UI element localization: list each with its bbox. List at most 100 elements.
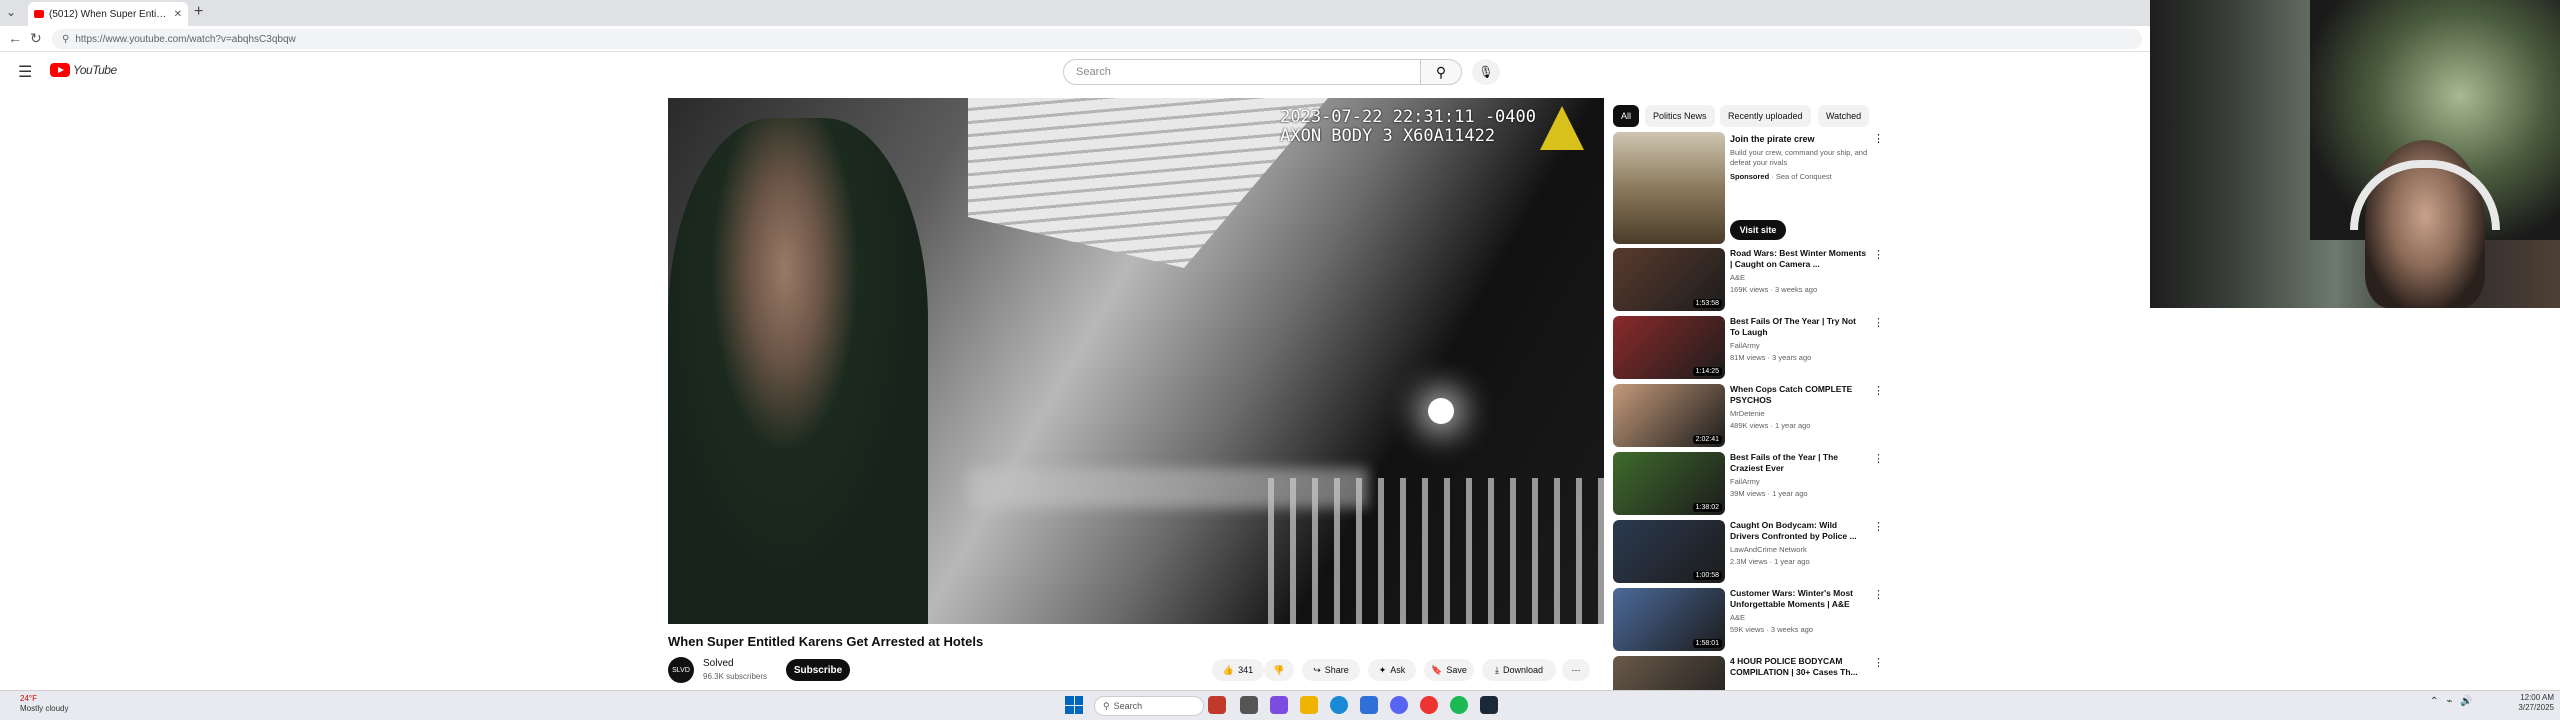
more-actions-button[interactable]: ⋯: [1562, 659, 1590, 681]
more-vertical-icon[interactable]: ⋮: [1873, 132, 1884, 145]
recommended-video-title[interactable]: Customer Wars: Winter's Most Unforgettab…: [1730, 588, 1868, 610]
chrome-icon[interactable]: [1420, 696, 1438, 714]
taskbar-clock[interactable]: 12:00 AM 3/27/2025: [2510, 693, 2554, 713]
chip-recently-uploaded[interactable]: Recently uploaded: [1720, 105, 1811, 127]
recommended-video-title[interactable]: Best Fails of the Year | The Craziest Ev…: [1730, 452, 1868, 474]
video-thumbnail[interactable]: 1:14:25: [1613, 316, 1725, 379]
recommended-video[interactable]: 1:58:01 Customer Wars: Winter's Most Unfo…: [1613, 588, 1884, 652]
more-vertical-icon[interactable]: ⋮: [1873, 384, 1884, 397]
new-tab-icon[interactable]: +: [194, 3, 203, 21]
ad-advertiser: Sea of Conquest: [1775, 172, 1832, 181]
taskbar-app-icon[interactable]: [1208, 696, 1226, 714]
weather-widget[interactable]: 24°F Mostly cloudy: [20, 694, 68, 714]
back-arrow-icon[interactable]: ←: [8, 30, 22, 46]
ad-thumbnail[interactable]: [1613, 132, 1725, 244]
system-tray[interactable]: ⌃ ⌁ 🔊: [2430, 696, 2473, 707]
windows-start-icon[interactable]: [1065, 696, 1083, 714]
ask-button[interactable]: ✦ Ask: [1368, 659, 1416, 681]
site-info-icon[interactable]: ⚲: [62, 34, 69, 45]
hamburger-menu-icon[interactable]: ☰: [18, 62, 32, 82]
recommended-video[interactable]: 1:53:58 Road Wars: Best Winter Moments | …: [1613, 248, 1884, 312]
save-button[interactable]: 🔖 Save: [1424, 659, 1474, 681]
tab-search-chevron-icon[interactable]: ⌄: [6, 5, 16, 19]
volume-icon[interactable]: 🔊: [2460, 696, 2472, 707]
more-vertical-icon[interactable]: ⋮: [1873, 656, 1884, 669]
store-icon[interactable]: [1360, 696, 1378, 714]
task-view-icon[interactable]: [1240, 696, 1258, 714]
discord-icon[interactable]: [1390, 696, 1408, 714]
recommended-video[interactable]: 1:00:58 Caught On Bodycam: Wild Drivers C…: [1613, 520, 1884, 584]
sponsored-ad[interactable]: Join the pirate crew Build your crew, co…: [1613, 132, 1884, 244]
weather-desc: Mostly cloudy: [20, 704, 69, 713]
save-label: Save: [1446, 665, 1467, 675]
subscribe-button[interactable]: Subscribe: [786, 659, 850, 681]
ad-description: Build your crew, command your ship, and …: [1730, 148, 1868, 167]
url-field[interactable]: ⚲ https://www.youtube.com/watch?v=abqhsC…: [52, 29, 2142, 49]
recommended-video-channel[interactable]: A&E: [1730, 273, 1745, 282]
recommended-video[interactable]: 4 HOUR POLICE BODYCAM COMPILATION | 30+ …: [1613, 656, 1884, 719]
recommended-video-title[interactable]: Road Wars: Best Winter Moments | Caught …: [1730, 248, 1868, 270]
ad-sponsor-line: Sponsored · Sea of Conquest: [1730, 172, 1832, 181]
recommended-video-meta: 169K views · 3 weeks ago: [1730, 285, 1818, 294]
steam-icon[interactable]: [1480, 696, 1498, 714]
chip-all[interactable]: All: [1613, 105, 1640, 127]
more-vertical-icon[interactable]: ⋮: [1873, 316, 1884, 329]
recommended-video[interactable]: 1:14:25 Best Fails Of The Year | Try Not …: [1613, 316, 1884, 380]
visit-site-button[interactable]: Visit site: [1730, 220, 1786, 240]
sponsored-label: Sponsored: [1730, 172, 1770, 181]
chip-politics-news[interactable]: Politics News: [1645, 105, 1715, 127]
recommended-video[interactable]: 2:02:41 When Cops Catch COMPLETE PSYCHOS M…: [1613, 384, 1884, 448]
youtube-logo[interactable]: YouTube: [50, 63, 117, 77]
network-icon[interactable]: ⌁: [2446, 696, 2452, 707]
recommended-video-channel[interactable]: FailArmy: [1730, 477, 1760, 486]
more-vertical-icon[interactable]: ⋮: [1873, 520, 1884, 533]
ad-title: Join the pirate crew: [1730, 134, 1815, 144]
bookmark-icon: 🔖: [1431, 664, 1443, 675]
ask-label: Ask: [1390, 665, 1406, 675]
tab-close-icon[interactable]: ✕: [174, 9, 182, 20]
recommended-video-channel[interactable]: FailArmy: [1730, 341, 1760, 350]
channel-avatar[interactable]: SLVD: [668, 657, 694, 683]
video-thumbnail[interactable]: 1:00:58: [1613, 520, 1725, 583]
browser-tab-active[interactable]: (5012) When Super Entitled K ✕: [28, 2, 188, 26]
recommended-video-meta: 489K views · 1 year ago: [1730, 421, 1811, 430]
video-thumbnail[interactable]: 1:53:58: [1613, 248, 1725, 311]
file-explorer-icon[interactable]: [1300, 696, 1318, 714]
download-button[interactable]: ⤓ Download: [1482, 659, 1556, 681]
recommended-video-channel[interactable]: LawAndCrime Network: [1730, 545, 1807, 554]
recommended-video-title[interactable]: Caught On Bodycam: Wild Drivers Confront…: [1730, 520, 1868, 542]
video-player[interactable]: 2023-07-22 22:31:11 -0400 AXON BODY 3 X6…: [668, 98, 1604, 624]
voice-search-button[interactable]: 🎙: [1472, 59, 1500, 85]
more-vertical-icon[interactable]: ⋮: [1873, 588, 1884, 601]
taskbar-search[interactable]: ⚲ Search: [1094, 696, 1204, 716]
dislike-button[interactable]: 👎: [1264, 659, 1294, 681]
like-button[interactable]: 👍 341: [1212, 659, 1264, 681]
video-duration: 1:53:58: [1692, 299, 1722, 308]
tray-chevron-icon[interactable]: ⌃: [2430, 696, 2438, 707]
video-thumbnail[interactable]: 1:58:01: [1613, 588, 1725, 651]
recommended-video[interactable]: 1:38:02 Best Fails of the Year | The Craz…: [1613, 452, 1884, 516]
weather-temp: 24°F: [20, 694, 37, 703]
recommended-video-channel[interactable]: MrDetenie: [1730, 409, 1765, 418]
reload-icon[interactable]: ↻: [30, 30, 42, 47]
spotify-icon[interactable]: [1450, 696, 1468, 714]
more-vertical-icon[interactable]: ⋮: [1873, 452, 1884, 465]
video-duration: 2:02:41: [1692, 435, 1722, 444]
more-vertical-icon[interactable]: ⋮: [1873, 248, 1884, 261]
share-button[interactable]: ↪ Share: [1302, 659, 1360, 681]
search-input[interactable]: Search: [1063, 59, 1443, 85]
video-thumbnail[interactable]: 2:02:41: [1613, 384, 1725, 447]
recommended-video-title[interactable]: 4 HOUR POLICE BODYCAM COMPILATION | 30+ …: [1730, 656, 1868, 678]
share-icon: ↪: [1313, 664, 1321, 675]
channel-name[interactable]: Solved: [703, 658, 734, 669]
axon-logo-icon: [1540, 106, 1584, 150]
search-button[interactable]: ⚲: [1420, 59, 1462, 85]
more-horizontal-icon: ⋯: [1571, 664, 1581, 675]
recommended-video-title[interactable]: When Cops Catch COMPLETE PSYCHOS: [1730, 384, 1868, 406]
edge-icon[interactable]: [1330, 696, 1348, 714]
recommended-video-channel[interactable]: A&E: [1730, 613, 1745, 622]
chip-watched[interactable]: Watched: [1818, 105, 1870, 127]
video-thumbnail[interactable]: 1:38:02: [1613, 452, 1725, 515]
copilot-icon[interactable]: [1270, 696, 1288, 714]
recommended-video-title[interactable]: Best Fails Of The Year | Try Not To Laug…: [1730, 316, 1868, 338]
